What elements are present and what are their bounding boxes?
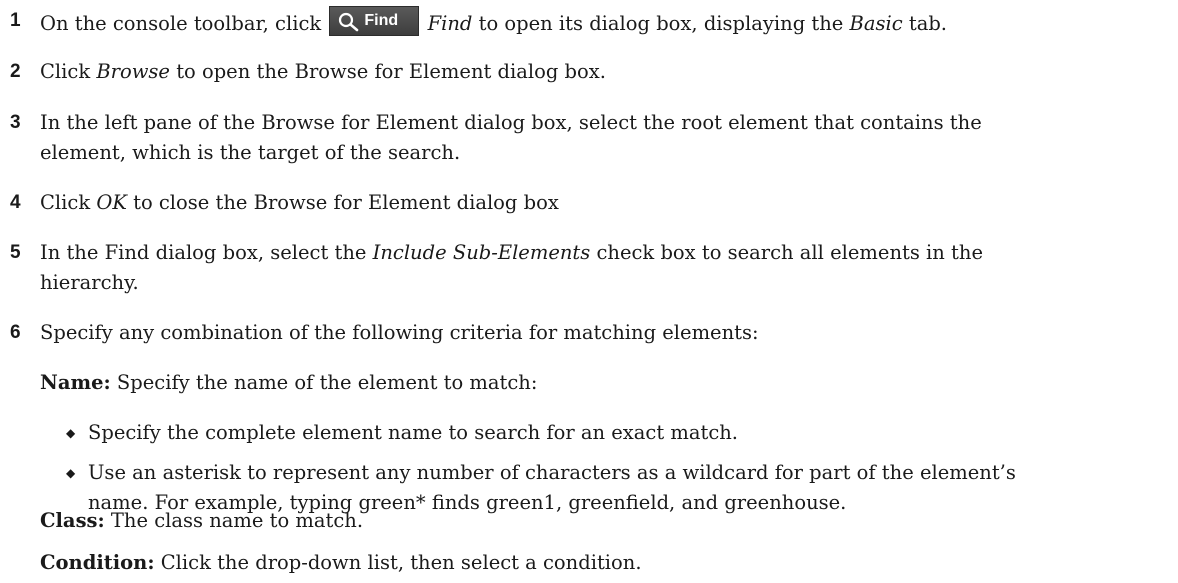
step-2-post: to open the Browse for Element dialog bo… — [176, 60, 606, 83]
criterion-desc: The class name to match. — [110, 509, 364, 532]
bullet-item-1: ◆ Specify the complete element name to s… — [66, 418, 1166, 448]
step-5-pre: In the Find dialog box, select the — [40, 241, 367, 264]
step-4-pre: Click — [40, 191, 91, 214]
step-5-em-include: Include Sub-Elements — [372, 241, 591, 264]
step-1-em-find: Find — [427, 12, 473, 35]
step-text-line-1: In the left pane of the Browse for Eleme… — [40, 111, 982, 134]
step-text: Click Browse to open the Browse for Elem… — [40, 57, 1160, 87]
step-1-mid: to open its dialog box, displaying the — [478, 12, 844, 35]
step-4-post: to close the Browse for Element dialog b… — [133, 191, 559, 214]
step-1: 1 On the console toolbar, click Find Fin… — [0, 6, 1160, 39]
criterion-desc: Specify the name of the element to match… — [116, 371, 538, 394]
step-1-pre: On the console toolbar, click — [40, 12, 322, 35]
step-4: 4 Click OK to close the Browse for Eleme… — [0, 188, 1160, 218]
diamond-bullet-icon: ◆ — [66, 466, 76, 480]
step-4-em-ok: OK — [96, 191, 127, 214]
step-1-em-basic: Basic — [849, 12, 903, 35]
criterion-term: Name: — [40, 371, 111, 394]
step-number: 2 — [10, 61, 21, 82]
find-button-label: Find — [364, 12, 399, 29]
search-icon — [339, 12, 359, 32]
step-5: 5 In the Find dialog box, select the Inc… — [0, 238, 1160, 298]
step-6: 6 Specify any combination of the followi… — [0, 318, 1160, 348]
find-toolbar-button: Find — [329, 6, 420, 36]
step-2-em-browse: Browse — [96, 60, 170, 83]
step-text-line-2: element, which is the target of the sear… — [40, 141, 461, 164]
step-text: Click OK to close the Browse for Element… — [40, 188, 1160, 218]
step-text: Specify any combination of the following… — [40, 321, 759, 344]
step-number: 3 — [10, 112, 21, 133]
step-number: 6 — [10, 322, 21, 343]
step-3: 3 In the left pane of the Browse for Ele… — [0, 108, 1160, 168]
step-text-line-2: hierarchy. — [40, 271, 139, 294]
step-number: 1 — [10, 10, 21, 31]
class-criterion: Class: The class name to match. — [40, 506, 1170, 536]
criterion-desc: Click the drop-down list, then select a … — [160, 551, 642, 574]
condition-criterion: Condition: Click the drop-down list, the… — [40, 548, 1170, 578]
diamond-bullet-icon: ◆ — [66, 426, 76, 440]
criterion-term: Class: — [40, 509, 105, 532]
name-criterion: Name: Specify the name of the element to… — [40, 368, 1170, 398]
step-text-line-1: In the Find dialog box, select the Inclu… — [40, 238, 1160, 268]
instruction-page: 1 On the console toolbar, click Find Fin… — [0, 0, 1178, 583]
step-2-pre: Click — [40, 60, 91, 83]
criterion-term: Condition: — [40, 551, 155, 574]
step-5-post: check box to search all elements in the — [596, 241, 983, 264]
step-number: 4 — [10, 192, 21, 213]
step-text: On the console toolbar, click Find Find … — [40, 6, 1160, 39]
step-1-post: tab. — [908, 12, 948, 35]
bullet-text: Specify the complete element name to sea… — [88, 421, 739, 444]
step-2: 2 Click Browse to open the Browse for El… — [0, 57, 1160, 87]
bullet-text-line-1: Use an asterisk to represent any number … — [88, 461, 1016, 484]
step-number: 5 — [10, 242, 21, 263]
